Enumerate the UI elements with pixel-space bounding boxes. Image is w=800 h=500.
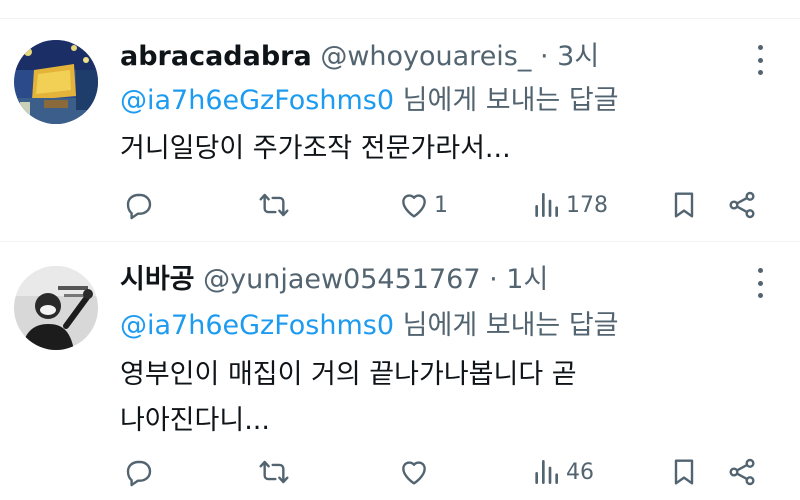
share-icon [729, 458, 755, 486]
reply-context: @ia7h6eGzFoshms0 님에게 보내는 답글 [120, 308, 619, 344]
top-divider [0, 0, 800, 19]
more-vertical-icon[interactable] [750, 268, 770, 298]
retweet-icon [259, 460, 289, 484]
tweet-header: 시바공 @yunjaew05451767 · 1시 [120, 262, 548, 298]
views-button[interactable]: 178 [530, 185, 608, 225]
retweet-button[interactable] [258, 185, 290, 225]
timestamp[interactable]: 3시 [557, 41, 599, 72]
like-button[interactable] [398, 452, 434, 492]
tweet-text-line: 거니일당이 주가조작 전문가라서... [120, 133, 511, 164]
heart-icon [402, 461, 426, 485]
avatar-image [14, 266, 98, 350]
separator-dot: · [539, 41, 549, 72]
display-name[interactable]: abracadabra [120, 41, 312, 72]
tweet-text: 거니일당이 주가조작 전문가라서... [120, 126, 760, 172]
reply-icon [126, 460, 152, 487]
separator-dot: · [489, 264, 498, 295]
timestamp[interactable]: 1시 [506, 264, 548, 295]
reply-to-suffix: 님에게 보내는 답글 [402, 85, 619, 116]
action-bar: 1 178 [0, 185, 800, 225]
tweet-text-line: 영부인이 매집이 거의 끝나가나봅니다 곧 [120, 359, 577, 390]
bookmark-icon [674, 459, 694, 485]
tweet-header: abracadabra @whoyouareis_ · 3시 [120, 39, 599, 75]
bookmark-icon [674, 192, 694, 218]
reply-icon [126, 193, 152, 220]
reply-to-mention[interactable]: @ia7h6eGzFoshms0 [120, 310, 394, 341]
view-count: 178 [566, 192, 608, 218]
reply-tweet[interactable]: 시바공 @yunjaew05451767 · 1시 @ia7h6eGzFoshm… [0, 242, 800, 500]
retweet-icon [259, 193, 289, 217]
reply-to-mention[interactable]: @ia7h6eGzFoshms0 [120, 85, 394, 116]
views-button[interactable]: 46 [530, 452, 594, 492]
tweet-text-line: 나아진다니... [120, 405, 270, 436]
views-chart-icon [535, 460, 558, 484]
like-button[interactable]: 1 [398, 185, 448, 225]
reply-button[interactable] [122, 452, 154, 492]
action-bar: 46 [0, 452, 800, 492]
user-handle[interactable]: @whoyouareis_ [320, 41, 531, 72]
avatar[interactable] [14, 266, 98, 350]
views-chart-icon [535, 193, 558, 217]
reply-to-suffix: 님에게 보내는 답글 [402, 310, 619, 341]
heart-icon [402, 194, 426, 218]
like-count: 1 [434, 192, 448, 218]
reply-tweet[interactable]: abracadabra @whoyouareis_ · 3시 @ia7h6eGz… [0, 19, 800, 242]
more-vertical-icon[interactable] [750, 45, 770, 75]
share-icon [729, 191, 755, 219]
bookmark-button[interactable] [668, 452, 700, 492]
reply-button[interactable] [122, 185, 154, 225]
retweet-button[interactable] [258, 452, 290, 492]
avatar-image [14, 40, 98, 124]
user-handle[interactable]: @yunjaew05451767 [203, 264, 480, 295]
avatar[interactable] [14, 40, 98, 124]
share-button[interactable] [726, 185, 758, 225]
reply-context: @ia7h6eGzFoshms0 님에게 보내는 답글 [120, 83, 619, 119]
display-name[interactable]: 시바공 [120, 264, 195, 295]
view-count: 46 [566, 459, 594, 485]
share-button[interactable] [726, 452, 758, 492]
bookmark-button[interactable] [668, 185, 700, 225]
tweet-text: 영부인이 매집이 거의 끝나가나봅니다 곧 나아진다니... [120, 352, 760, 444]
